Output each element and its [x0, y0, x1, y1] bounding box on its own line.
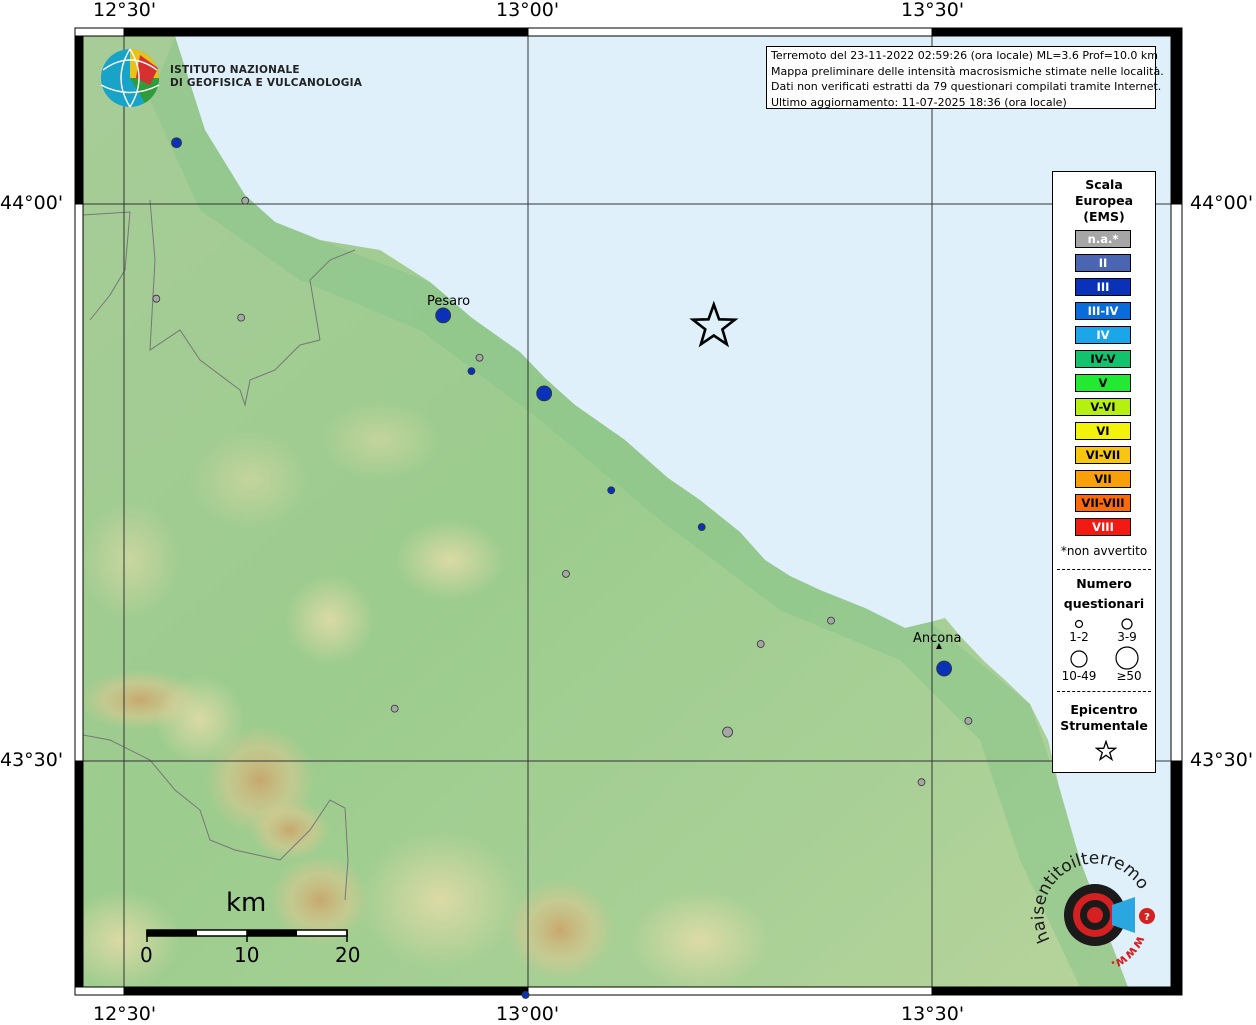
svg-text:?: ?	[1144, 912, 1150, 923]
legend-count-symbol-3	[1070, 650, 1088, 668]
lat-label-left-1: 44°00'	[0, 192, 64, 214]
observation-point	[936, 660, 953, 677]
legend-count-label-3: 10-49	[1061, 669, 1097, 683]
scale-bar-label-0: 0	[140, 943, 153, 967]
legend-epicenter-star-icon	[1095, 740, 1117, 762]
legend-class-swatch: VII-VIII	[1075, 494, 1131, 512]
lon-label-bottom-2: 13°00'	[496, 1003, 560, 1025]
legend-count-title-line1: Numero	[1076, 576, 1132, 591]
ingv-name-line2: DI GEOFISICA E VULCANOLOGIA	[170, 77, 363, 89]
legend-class-swatch: n.a.*	[1075, 230, 1131, 248]
observation-point	[390, 704, 399, 713]
lon-label-bottom-1: 12°30'	[93, 1003, 157, 1025]
legend-class-swatch: V	[1075, 374, 1131, 392]
lon-label-top-3: 13°30'	[901, 0, 965, 21]
observation-point	[827, 616, 835, 625]
observation-point	[475, 353, 484, 362]
observation-point	[435, 307, 452, 324]
legend-title: Scala Europea (EMS)	[1053, 177, 1155, 225]
legend-count-symbol-4	[1115, 646, 1139, 670]
legend-class-swatch: III-IV	[1075, 302, 1131, 320]
observation-point	[607, 486, 616, 495]
legend-class-swatch: VII	[1075, 470, 1131, 488]
scale-bar-label-10: 10	[234, 943, 260, 967]
legend-class-swatch: VI-VII	[1075, 446, 1131, 464]
lat-label-left-2: 43°30'	[0, 749, 64, 771]
legend-divider-1	[1057, 569, 1151, 570]
legend-epicenter-title-line2: Strumentale	[1060, 718, 1148, 733]
observation-point	[171, 137, 182, 149]
observation-point	[917, 778, 926, 787]
event-info-line1: Terremoto del 23-11-2022 02:59:26 (ora l…	[771, 49, 1159, 62]
legend-count-label-4: ≥50	[1116, 669, 1142, 683]
legend-class-swatch: VIII	[1075, 518, 1131, 536]
legend-count-title: Numero questionari	[1053, 574, 1155, 614]
legend-epicenter-title: Epicentro Strumentale	[1053, 702, 1155, 734]
legend-title-line1: Scala	[1085, 177, 1123, 192]
legend-count-label-2: 3-9	[1117, 630, 1137, 644]
lon-label-bottom-3: 13°30'	[901, 1003, 965, 1025]
lat-label-right-2: 43°30'	[1190, 749, 1254, 771]
legend-note: *non avvertito	[1060, 544, 1148, 558]
legend-class-swatch: II	[1075, 254, 1131, 272]
observation-point	[521, 991, 530, 999]
event-info-line2: Mappa preliminare delle intensità macros…	[771, 64, 1164, 78]
observation-point	[756, 640, 765, 648]
scale-bar-label-20: 20	[335, 943, 361, 967]
legend-class-swatch: III	[1075, 278, 1131, 296]
city-label-ancona: Ancona	[913, 631, 962, 646]
observation-point	[562, 569, 570, 578]
observation-point	[467, 367, 476, 376]
observation-point	[964, 716, 973, 725]
observation-point	[237, 313, 246, 322]
lon-label-top-1: 12°30'	[93, 0, 157, 21]
legend-divider-2	[1057, 691, 1151, 692]
scale-bar-title: km	[226, 888, 267, 918]
legend-epicenter-title-line1: Epicentro	[1070, 702, 1138, 717]
event-info-line3: Dati non verificati estratti da 79 quest…	[771, 80, 1162, 93]
legend-class-swatch: VI	[1075, 422, 1131, 440]
legend-count-title-line2: questionari	[1063, 596, 1145, 611]
ingv-name: ISTITUTO NAZIONALE DI GEOFISICA E VULCAN…	[170, 64, 362, 90]
legend-class-swatch: V-VI	[1075, 398, 1131, 416]
legend-title-line2: Europea	[1074, 193, 1134, 208]
event-info-box: Terremoto del 23-11-2022 02:59:26 (ora l…	[766, 46, 1164, 109]
ingv-logo-icon	[100, 48, 160, 108]
legend-class-swatch: IV-V	[1075, 350, 1131, 368]
observation-point	[697, 523, 706, 531]
city-label-pesaro: Pesaro	[427, 294, 471, 309]
legend-count-label-1: 1-2	[1069, 630, 1089, 644]
legend-count-symbol-2	[1121, 618, 1133, 630]
lon-label-top-2: 13°00'	[496, 0, 560, 21]
legend-class-swatch: IV	[1075, 326, 1131, 344]
event-info-line4: Ultimo aggiornamento: 11-07-2025 18:36 (…	[771, 95, 1067, 109]
lat-label-right-1: 44°00'	[1190, 192, 1254, 214]
observation-point	[722, 726, 733, 738]
ingv-name-line1: ISTITUTO NAZIONALE	[170, 64, 300, 76]
legend-count-symbol-1	[1074, 619, 1084, 629]
observation-point	[536, 385, 553, 402]
legend: Scala Europea (EMS) n.a.* II III III-IV IV IV…	[1052, 171, 1156, 773]
observation-point	[241, 196, 250, 205]
observation-point	[152, 294, 161, 303]
legend-title-line3: (EMS)	[1083, 209, 1125, 224]
